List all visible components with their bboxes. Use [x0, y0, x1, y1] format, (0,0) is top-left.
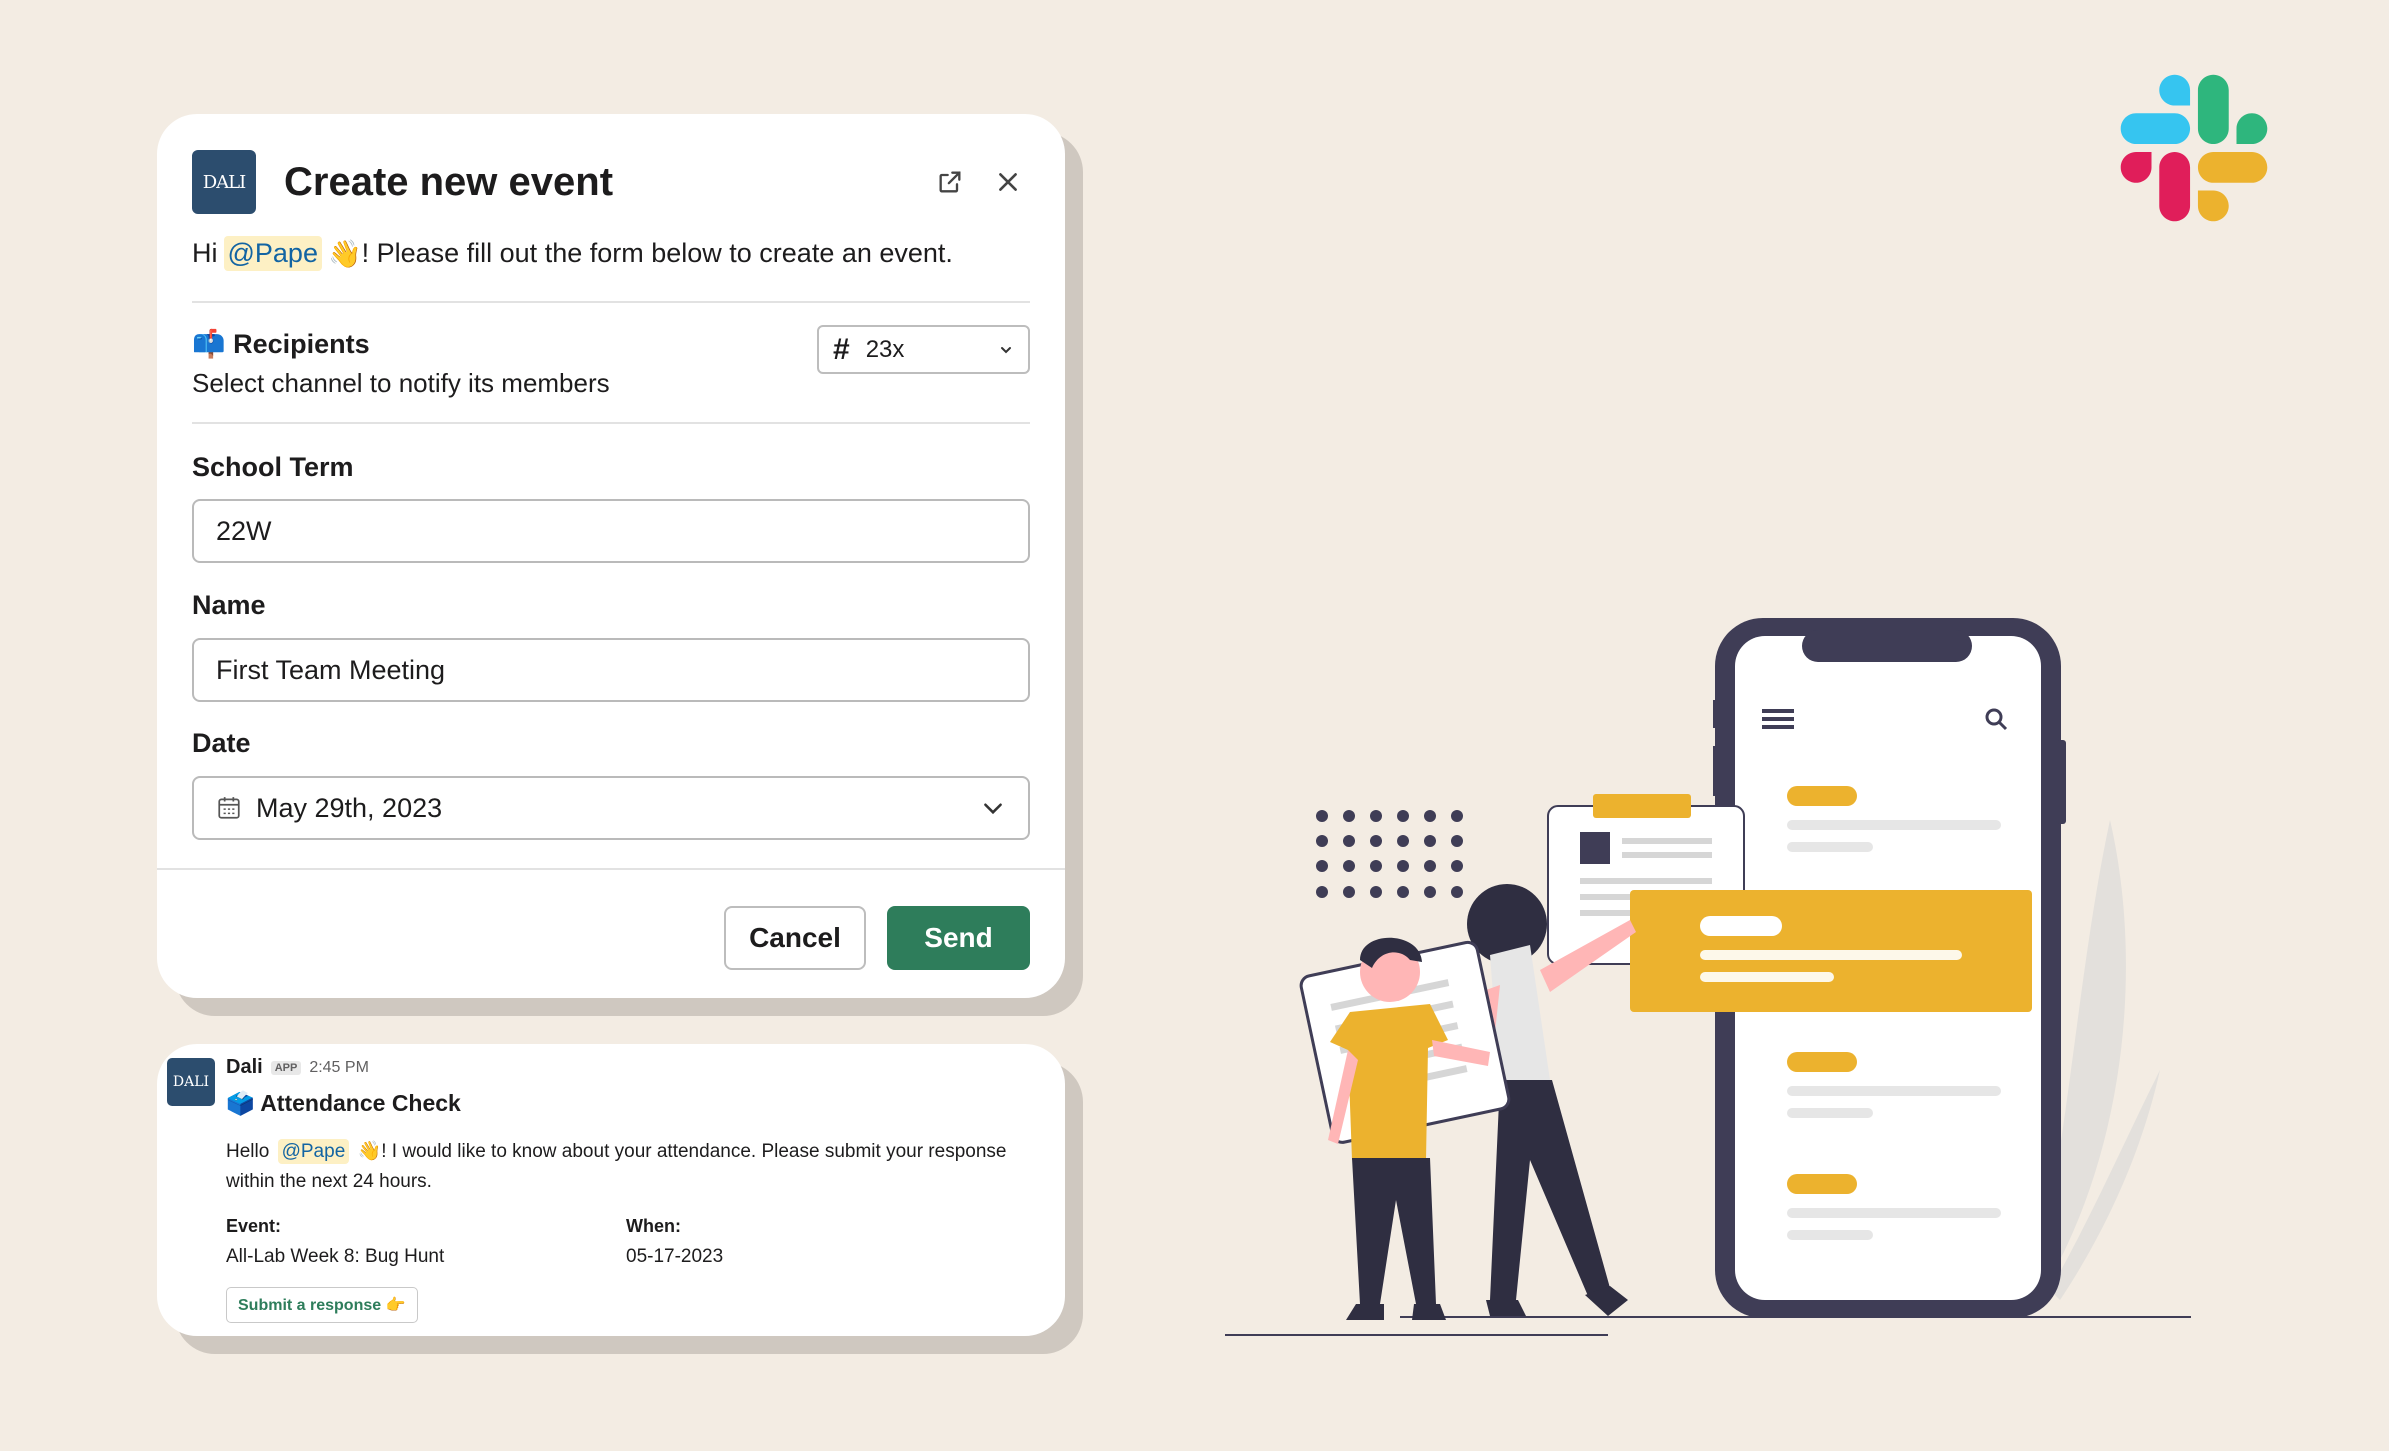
school-term-label: School Term [192, 452, 354, 482]
dali-logo: DALI [192, 150, 256, 214]
mailbox-emoji: 📫 [192, 329, 226, 360]
divider [192, 301, 1030, 303]
modal-header: DALI Create new event [192, 132, 1030, 232]
modal-title: Create new event [284, 159, 614, 204]
chevron-down-icon [1001, 346, 1011, 353]
calendar-icon [218, 797, 240, 819]
message-time[interactable]: 2:45 PM [309, 1059, 369, 1077]
message-title-text: Attendance Check [260, 1090, 461, 1116]
school-term-value: 22W [216, 515, 272, 546]
close-icon[interactable] [986, 160, 1030, 204]
slack-logo [2120, 74, 2268, 222]
when-label: When: [626, 1216, 681, 1236]
recipients-label: Recipients [233, 329, 370, 359]
when-value: 05-17-2023 [626, 1246, 724, 1267]
message-body: Hello @Pape 👋! I would like to know abou… [226, 1136, 1046, 1197]
name-label: Name [192, 590, 266, 620]
wave-emoji: 👋 [327, 238, 362, 270]
app-badge: APP [270, 1060, 302, 1075]
wave-emoji: 👋 [357, 1140, 382, 1162]
ballot-emoji: 🗳️ [226, 1091, 255, 1117]
greeting-prefix: Hi [192, 238, 218, 268]
event-label: Event: [226, 1216, 282, 1236]
cancel-button[interactable]: Cancel [724, 906, 866, 970]
channel-select[interactable]: # 23x [817, 325, 1030, 374]
hash-icon: # [833, 332, 850, 366]
user-mention[interactable]: @Pape [223, 236, 322, 271]
dali-avatar: DALI [167, 1058, 215, 1106]
date-label: Date [192, 728, 251, 758]
divider [192, 422, 1030, 424]
message-header: Dali APP 2:45 PM [226, 1056, 369, 1079]
attendance-message: DALI Dali APP 2:45 PM 🗳️ Attendance Chec… [157, 1044, 1065, 1336]
chevron-down-icon [984, 803, 1002, 815]
footer-divider [157, 868, 1065, 870]
recipients-subtitle: Select channel to notify its members [192, 368, 610, 398]
greeting-suffix: ! Please fill out the form below to crea… [361, 238, 953, 268]
people-with-phone-illustration [1225, 618, 2191, 1336]
dot-grid [1316, 810, 1463, 898]
submit-response-button[interactable]: Submit a response 👉 [226, 1287, 418, 1323]
recipients-title: 📫 Recipients [192, 328, 370, 360]
name-input[interactable]: First Team Meeting [192, 638, 1030, 702]
phone-notch [1802, 630, 1972, 662]
date-picker[interactable]: May 29th, 2023 [192, 776, 1030, 840]
sender-name[interactable]: Dali [226, 1056, 263, 1079]
create-event-modal: DALI Create new event Hi @Pape 👋 ! Pleas… [157, 114, 1065, 998]
date-value: May 29th, 2023 [256, 792, 443, 823]
channel-value: 23x [865, 335, 905, 363]
greeting-text: Hi @Pape 👋 ! Please fill out the form be… [192, 236, 953, 271]
user-mention[interactable]: @Pape [277, 1139, 350, 1164]
name-value: First Team Meeting [216, 654, 446, 685]
send-button[interactable]: Send [887, 906, 1030, 970]
message-title: 🗳️ Attendance Check [226, 1090, 461, 1117]
body-prefix: Hello [226, 1141, 270, 1162]
school-term-input[interactable]: 22W [192, 499, 1030, 563]
external-link-icon[interactable] [928, 160, 972, 204]
event-value: All-Lab Week 8: Bug Hunt [226, 1246, 445, 1267]
